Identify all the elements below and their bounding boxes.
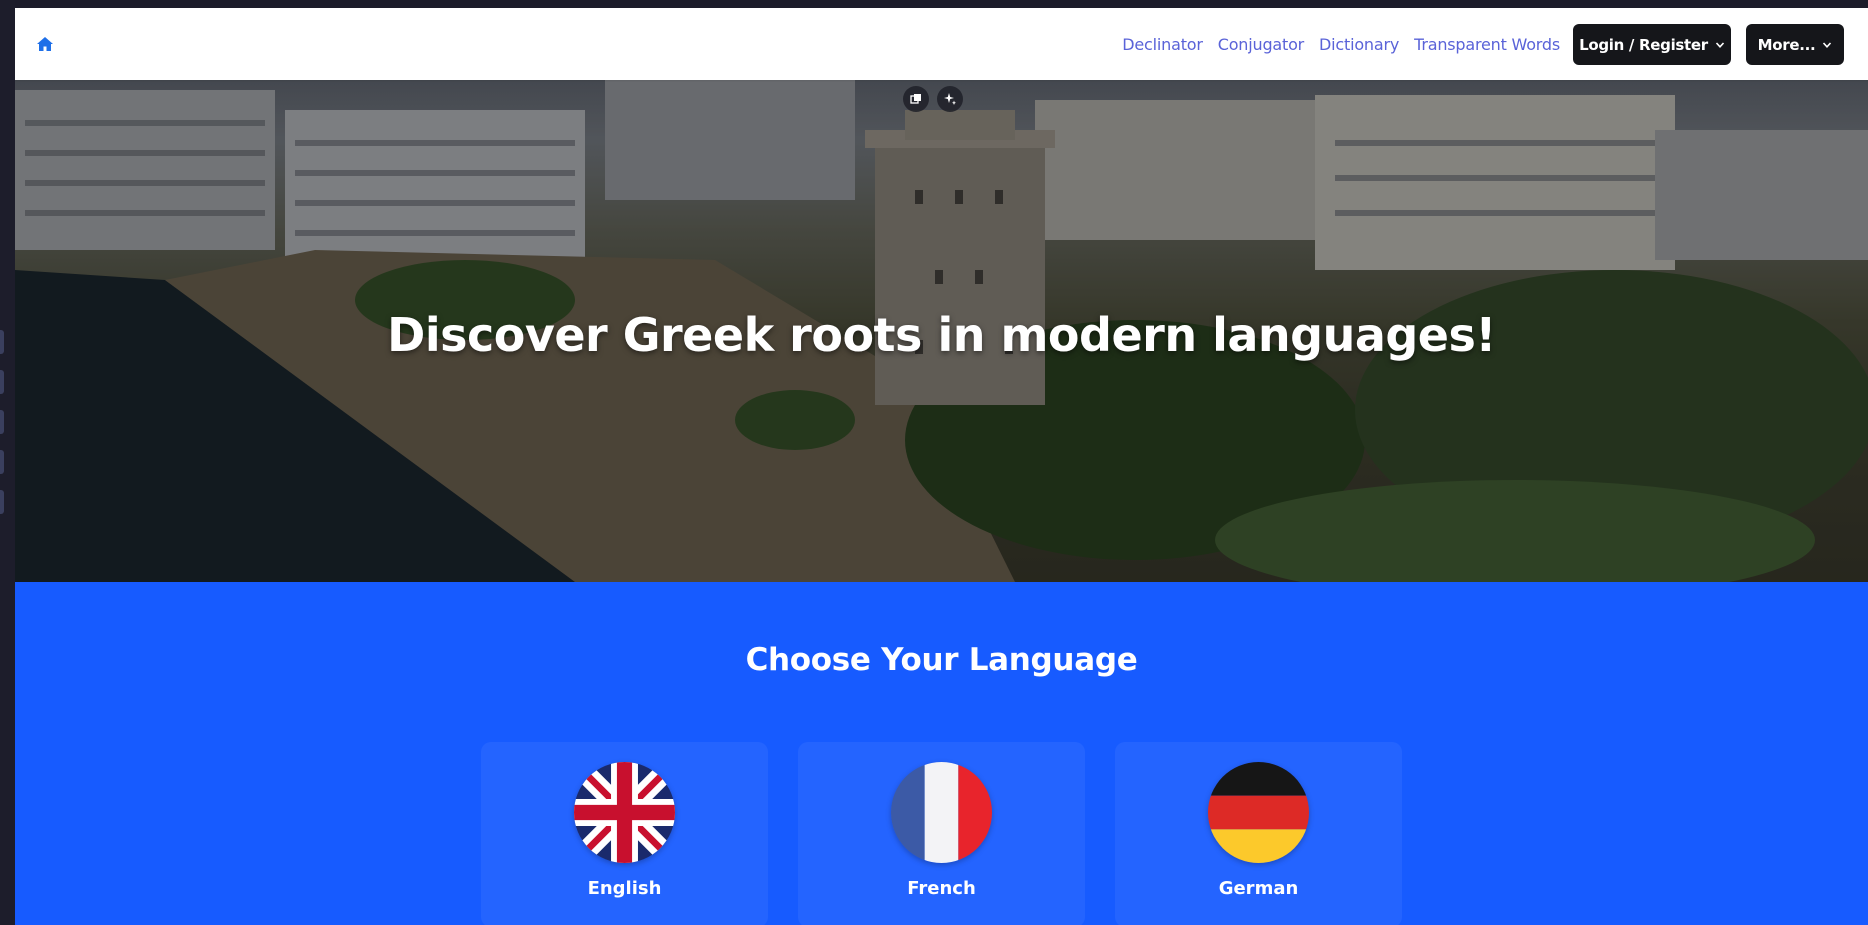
language-card-french[interactable]: French	[798, 742, 1085, 925]
language-heading: Choose Your Language	[745, 642, 1138, 678]
login-register-button[interactable]: Login / Register	[1573, 24, 1731, 65]
language-name-german: German	[1218, 878, 1299, 899]
language-card-german[interactable]: German	[1115, 742, 1402, 925]
language-card-english[interactable]: English	[481, 742, 768, 925]
language-name-english: English	[587, 878, 662, 899]
strip-tab[interactable]	[0, 330, 4, 354]
germany-flag-icon	[1208, 762, 1309, 863]
more-menu-label: More...	[1757, 35, 1816, 54]
nav-link-dictionary[interactable]: Dictionary	[1319, 35, 1399, 54]
france-flag-icon	[891, 762, 992, 863]
copy-image-icon[interactable]	[903, 86, 929, 112]
sparkle-icon[interactable]	[937, 86, 963, 112]
nav-link-declinator[interactable]: Declinator	[1122, 35, 1203, 54]
nav-link-transparent-words[interactable]: Transparent Words	[1414, 35, 1560, 54]
language-name-french: French	[907, 878, 976, 899]
hero-title: Discover Greek roots in modern languages…	[387, 308, 1496, 362]
chevron-down-icon	[1823, 41, 1832, 48]
uk-flag-icon	[574, 762, 675, 863]
page-frame: Declinator Conjugator Dictionary Transpa…	[15, 8, 1868, 925]
strip-tab[interactable]	[0, 450, 4, 474]
hero-image-tools	[903, 86, 963, 112]
nav-link-conjugator[interactable]: Conjugator	[1218, 35, 1304, 54]
hero-banner: Discover Greek roots in modern languages…	[15, 80, 1868, 582]
strip-tab[interactable]	[0, 370, 4, 394]
login-register-label: Login / Register	[1579, 35, 1708, 54]
more-menu-button[interactable]: More...	[1746, 24, 1844, 65]
left-window-strip	[0, 0, 15, 925]
chevron-down-icon	[1715, 41, 1724, 48]
nav-links: Declinator Conjugator Dictionary Transpa…	[1122, 8, 1560, 80]
home-icon[interactable]	[35, 34, 55, 54]
strip-tab[interactable]	[0, 410, 4, 434]
strip-tab[interactable]	[0, 490, 4, 514]
navbar: Declinator Conjugator Dictionary Transpa…	[15, 8, 1868, 80]
language-section: Choose Your Language English French Germ…	[15, 582, 1868, 925]
